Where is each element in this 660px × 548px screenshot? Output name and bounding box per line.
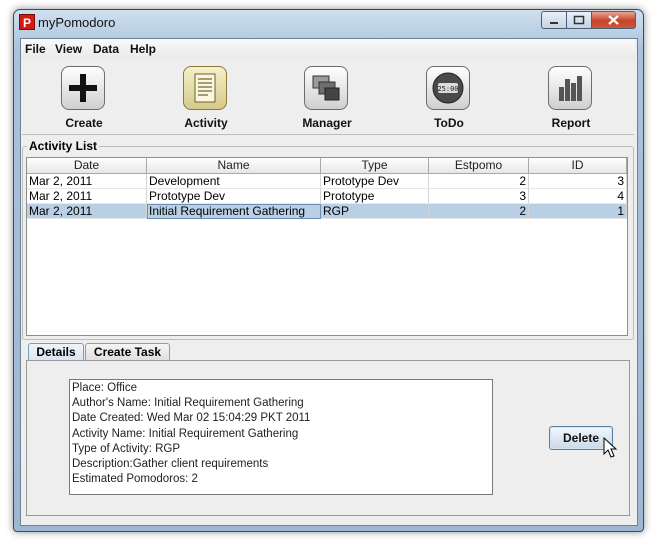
svg-text:25:00: 25:00 (437, 85, 458, 93)
todo-label: ToDo (434, 116, 464, 130)
manager-button[interactable]: Manager (287, 62, 367, 132)
activity-list-title: Activity List (27, 139, 100, 153)
menu-view[interactable]: View (55, 42, 82, 56)
details-place: Place: Office (72, 382, 137, 394)
todo-button[interactable]: 25:00 ToDo (409, 62, 489, 132)
menu-file[interactable]: File (25, 42, 46, 56)
column-header-type[interactable]: Type (321, 158, 429, 174)
cell-date: Mar 2, 2011 (27, 174, 147, 189)
report-button[interactable]: Report (531, 62, 611, 132)
table-row-selected[interactable]: Mar 2, 2011 Initial Requirement Gatherin… (27, 204, 627, 219)
report-label: Report (551, 116, 591, 130)
details-estimated-pomodoros: Estimated Pomodoros: 2 (72, 473, 198, 486)
cell-name: Prototype Dev (147, 189, 321, 204)
maximize-button[interactable] (566, 11, 592, 29)
column-header-name[interactable]: Name (147, 158, 321, 174)
cell-id: 4 (529, 189, 627, 204)
table-row[interactable]: Mar 2, 2011 Prototype Dev Prototype 3 4 (27, 189, 627, 204)
cell-estpomo: 2 (429, 174, 529, 189)
clock-icon: 25:00 (426, 66, 470, 110)
cell-date: Mar 2, 2011 (27, 204, 147, 219)
create-label: Create (65, 116, 103, 130)
plus-icon (61, 66, 105, 110)
window-title: myPomodoro (38, 15, 116, 30)
manager-label: Manager (302, 116, 352, 130)
cell-estpomo: 3 (429, 189, 529, 204)
column-header-id[interactable]: ID (529, 158, 627, 174)
bar-chart-icon (548, 66, 592, 110)
cell-estpomo: 2 (429, 204, 529, 219)
minimize-button[interactable] (541, 11, 567, 29)
details-type: Type of Activity: RGP (72, 442, 181, 455)
cell-name: Initial Requirement Gathering (147, 204, 321, 219)
stacked-windows-icon (304, 66, 348, 110)
minimize-icon (550, 22, 558, 24)
details-description: Description:Gather client requirements (72, 457, 269, 470)
menu-help[interactable]: Help (130, 42, 156, 56)
cell-name: Development (147, 174, 321, 189)
tab-create-task[interactable]: Create Task (85, 343, 170, 361)
mouse-cursor-icon (603, 437, 618, 458)
tab-details[interactable]: Details (28, 343, 84, 361)
details-author: Author's Name: Initial Requirement Gathe… (72, 397, 304, 410)
activity-label: Activity (184, 116, 228, 130)
cell-type: Prototype (321, 189, 429, 204)
details-text-area[interactable]: Place: Office Author's Name: Initial Req… (69, 379, 493, 495)
details-date-created: Date Created: Wed Mar 02 15:04:29 PKT 20… (72, 412, 311, 425)
cell-date: Mar 2, 2011 (27, 189, 147, 204)
activity-button[interactable]: Activity (166, 62, 246, 132)
close-icon (608, 15, 619, 25)
document-list-icon (183, 66, 227, 110)
menu-data[interactable]: Data (93, 42, 119, 56)
cell-id: 1 (529, 204, 627, 219)
details-activity-name: Activity Name: Initial Requirement Gathe… (72, 427, 299, 440)
table-row[interactable]: Mar 2, 2011 Development Prototype Dev 2 … (27, 174, 627, 189)
cell-id: 3 (529, 174, 627, 189)
column-header-date[interactable]: Date (27, 158, 147, 174)
create-button[interactable]: Create (44, 62, 124, 132)
cell-type: RGP (321, 204, 429, 219)
maximize-icon (573, 15, 585, 25)
app-icon: P (19, 14, 35, 30)
column-header-estpomo[interactable]: Estpomo (429, 158, 529, 174)
close-button[interactable] (591, 11, 636, 29)
cell-type: Prototype Dev (321, 174, 429, 189)
